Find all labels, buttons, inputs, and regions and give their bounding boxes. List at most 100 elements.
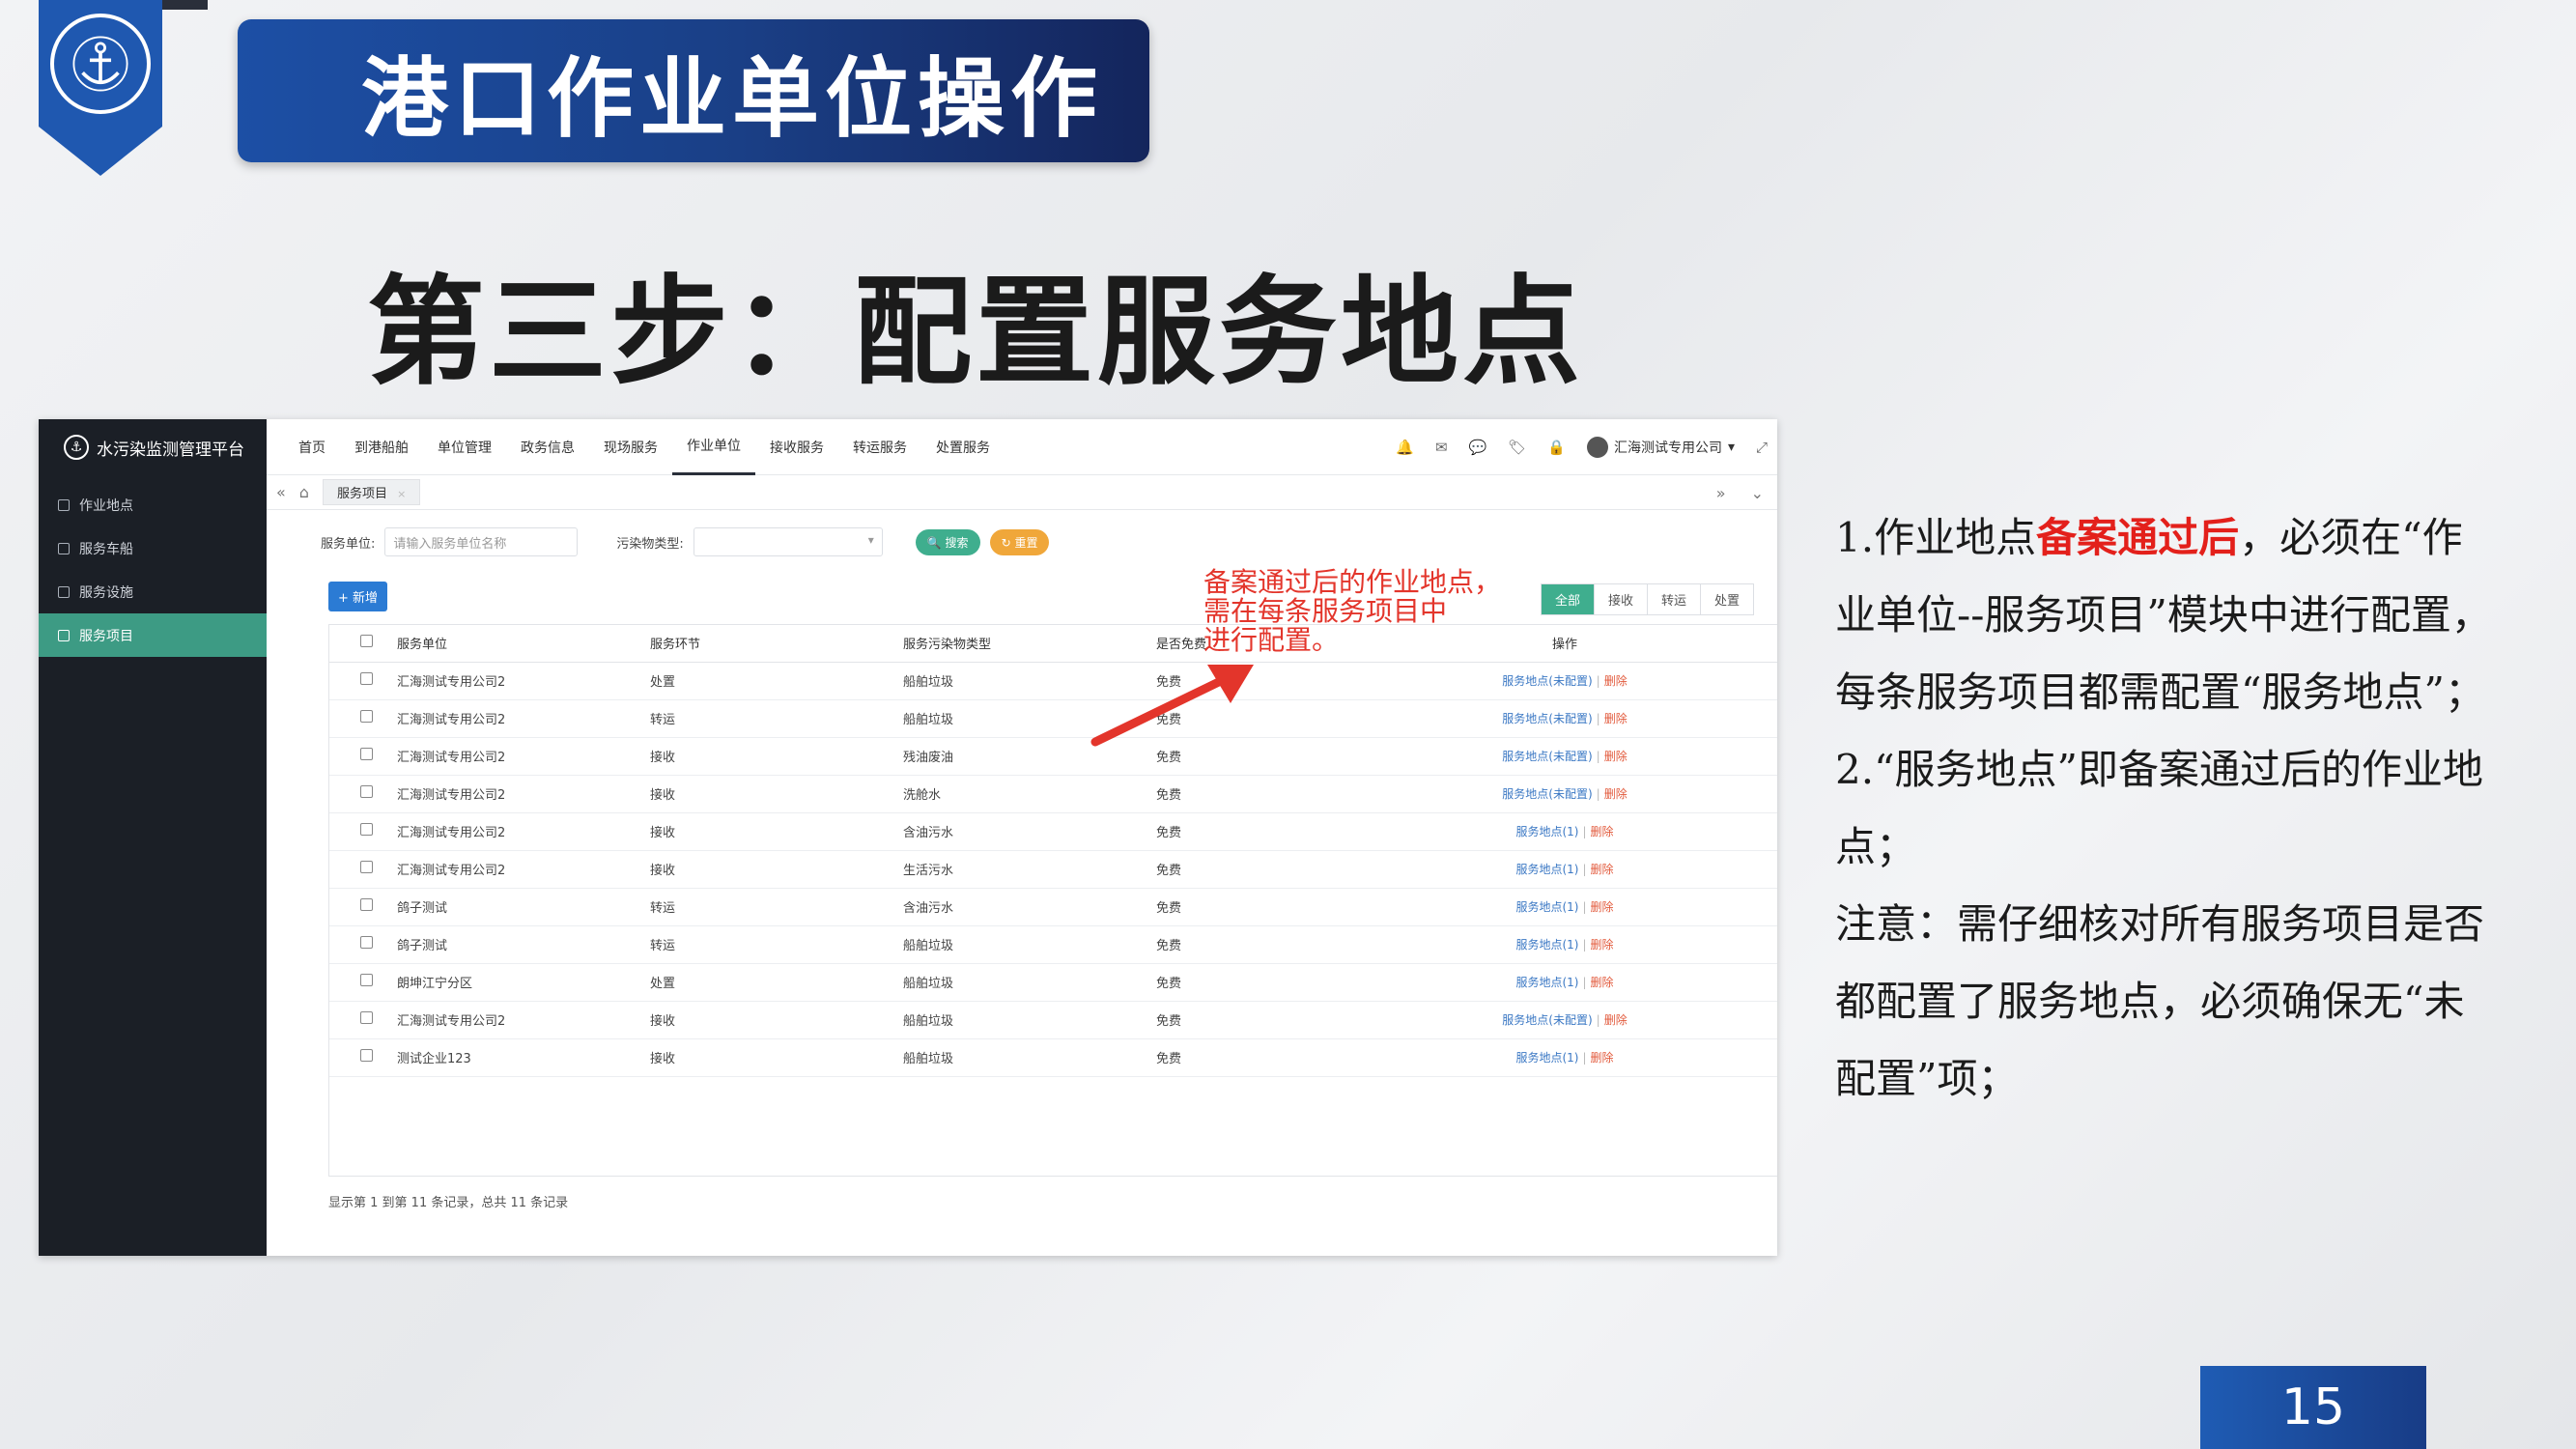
- nav-item[interactable]: 作业单位: [672, 419, 755, 475]
- chat-icon[interactable]: 💬: [1469, 439, 1487, 456]
- row-checkbox[interactable]: [360, 785, 373, 798]
- separator: |: [1582, 1051, 1587, 1065]
- cell-free: 免费: [1156, 1001, 1340, 1039]
- select-all-checkbox[interactable]: [360, 635, 373, 648]
- service-location-link[interactable]: 服务地点(未配置): [1502, 1013, 1592, 1027]
- row-checkbox[interactable]: [360, 823, 373, 836]
- delete-link[interactable]: 删除: [1591, 938, 1614, 952]
- nav-item[interactable]: 单位管理: [423, 419, 506, 475]
- service-location-link[interactable]: 服务地点(未配置): [1502, 712, 1592, 725]
- sidebar-menu: 作业地点 服务车船 服务设施 服务项目: [39, 483, 267, 657]
- service-items-table: 服务单位 服务环节 服务污染物类型 是否免费 操作 汇海测试专用公司2 处置 船舶垃…: [328, 624, 1777, 1177]
- separator: |: [1596, 787, 1600, 801]
- avatar: [1586, 437, 1608, 458]
- row-checkbox[interactable]: [360, 710, 373, 723]
- delete-link[interactable]: 删除: [1604, 712, 1628, 725]
- tag-icon[interactable]: 🏷: [1508, 439, 1526, 456]
- reset-button[interactable]: ↻ 重置: [989, 528, 1050, 555]
- delete-link[interactable]: 删除: [1604, 674, 1628, 688]
- cell-operations: 服务地点(未配置) | 删除: [1340, 1001, 1777, 1039]
- row-checkbox[interactable]: [360, 974, 373, 986]
- cell-operations: 服务地点(1) | 删除: [1340, 850, 1777, 889]
- separator: |: [1596, 712, 1600, 725]
- delete-link[interactable]: 删除: [1591, 1051, 1614, 1065]
- separator: |: [1582, 938, 1587, 952]
- row-checkbox[interactable]: [360, 936, 373, 949]
- status-tab[interactable]: 转运: [1646, 584, 1700, 614]
- scroll-right-icon[interactable]: »: [1716, 484, 1726, 502]
- fullscreen-icon[interactable]: ⤢: [1756, 439, 1768, 456]
- service-location-link[interactable]: 服务地点(1): [1515, 938, 1578, 952]
- service-location-link[interactable]: 服务地点(1): [1515, 863, 1578, 876]
- service-location-link[interactable]: 服务地点(未配置): [1502, 750, 1592, 763]
- cell-free: 免费: [1156, 925, 1340, 964]
- slide: 港口作业单位操作 第三步：配置服务地点 ⚓ 水污染监测管理平台 作业地点 服务车船…: [0, 0, 2576, 1449]
- service-location-link[interactable]: 服务地点(1): [1515, 900, 1578, 914]
- sidebar-item[interactable]: 服务设施: [39, 570, 267, 613]
- pollutant-type-select[interactable]: [693, 527, 883, 556]
- cell-type: 洗舱水: [903, 775, 1156, 813]
- home-icon[interactable]: ⌂: [299, 483, 309, 501]
- lock-icon[interactable]: 🔒: [1547, 439, 1566, 456]
- cell-stage: 接收: [650, 737, 903, 776]
- table-row: 鸽子测试 转运 船舶垃圾 免费 服务地点(1) | 删除: [329, 925, 1777, 964]
- delete-link[interactable]: 删除: [1604, 750, 1628, 763]
- nav-item[interactable]: 接收服务: [755, 419, 838, 475]
- row-checkbox[interactable]: [360, 898, 373, 911]
- nav-item[interactable]: 现场服务: [589, 419, 672, 475]
- row-checkbox[interactable]: [360, 748, 373, 760]
- delete-link[interactable]: 删除: [1591, 900, 1614, 914]
- row-checkbox[interactable]: [360, 672, 373, 685]
- service-location-link[interactable]: 服务地点(1): [1515, 976, 1578, 989]
- nav-item[interactable]: 处置服务: [921, 419, 1005, 475]
- cell-type: 生活污水: [903, 850, 1156, 889]
- delete-link[interactable]: 删除: [1591, 825, 1614, 838]
- sidebar-item[interactable]: 服务车船: [39, 526, 267, 570]
- service-unit-input[interactable]: 请输入服务单位名称: [384, 527, 579, 556]
- col-stage: 服务环节: [650, 625, 903, 663]
- row-checkbox[interactable]: [360, 1049, 373, 1062]
- chevron-down-icon[interactable]: ⌄: [1751, 484, 1764, 502]
- tab-service-items[interactable]: 服务项目 ×: [322, 479, 421, 505]
- nav-item[interactable]: 转运服务: [838, 419, 921, 475]
- cell-operations: 服务地点(未配置) | 删除: [1340, 775, 1777, 813]
- status-tab[interactable]: 全部: [1541, 584, 1594, 614]
- collapse-left-icon[interactable]: «: [276, 483, 286, 501]
- table-row: 汇海测试专用公司2 接收 生活污水 免费 服务地点(1) | 删除: [329, 850, 1777, 889]
- service-location-link[interactable]: 服务地点(1): [1515, 825, 1578, 838]
- service-location-link[interactable]: 服务地点(1): [1515, 1051, 1578, 1065]
- search-button[interactable]: 🔍 搜索: [915, 528, 980, 555]
- user-menu[interactable]: 汇海测试专用公司 ▾: [1586, 437, 1735, 458]
- service-location-link[interactable]: 服务地点(未配置): [1502, 674, 1592, 688]
- row-checkbox[interactable]: [360, 861, 373, 873]
- delete-link[interactable]: 删除: [1591, 863, 1614, 876]
- cell-stage: 转运: [650, 888, 903, 926]
- bell-icon[interactable]: 🔔: [1396, 439, 1414, 456]
- status-tab[interactable]: 处置: [1699, 584, 1753, 614]
- status-tab[interactable]: 接收: [1593, 584, 1647, 614]
- row-checkbox[interactable]: [360, 1011, 373, 1024]
- note-3: 注意：需仔细核对所有服务项目是否都配置了服务地点，必须确保无“未配置”项；: [1835, 900, 2485, 1102]
- cell-unit: 汇海测试专用公司2: [397, 812, 650, 851]
- sidebar-item[interactable]: 作业地点: [39, 483, 267, 526]
- app-brand[interactable]: ⚓ 水污染监测管理平台: [39, 419, 267, 475]
- close-icon[interactable]: ×: [397, 488, 406, 500]
- cell-type: 船舶垃圾: [903, 1038, 1156, 1077]
- page-number: 15: [2200, 1366, 2426, 1449]
- delete-link[interactable]: 删除: [1604, 1013, 1628, 1027]
- delete-link[interactable]: 删除: [1591, 976, 1614, 989]
- sidebar-item[interactable]: 服务项目: [39, 613, 267, 657]
- cell-free: 免费: [1156, 1038, 1340, 1077]
- tab-bar: « ⌂ 服务项目 × » ⌄: [267, 475, 1777, 510]
- nav-item[interactable]: 到港船舶: [340, 419, 423, 475]
- nav-item[interactable]: 首页: [284, 419, 340, 475]
- separator: |: [1596, 674, 1600, 688]
- note-2: 2.“服务地点”即备案通过后的作业地点；: [1835, 746, 2484, 870]
- nav-item[interactable]: 政务信息: [506, 419, 589, 475]
- row-checkbox-cell: [329, 1001, 397, 1039]
- mail-icon[interactable]: ✉: [1435, 439, 1448, 456]
- delete-link[interactable]: 删除: [1604, 787, 1628, 801]
- service-location-link[interactable]: 服务地点(未配置): [1502, 787, 1592, 801]
- table-row: 鸽子测试 转运 含油污水 免费 服务地点(1) | 删除: [329, 888, 1777, 926]
- add-button[interactable]: + 新增: [328, 582, 388, 611]
